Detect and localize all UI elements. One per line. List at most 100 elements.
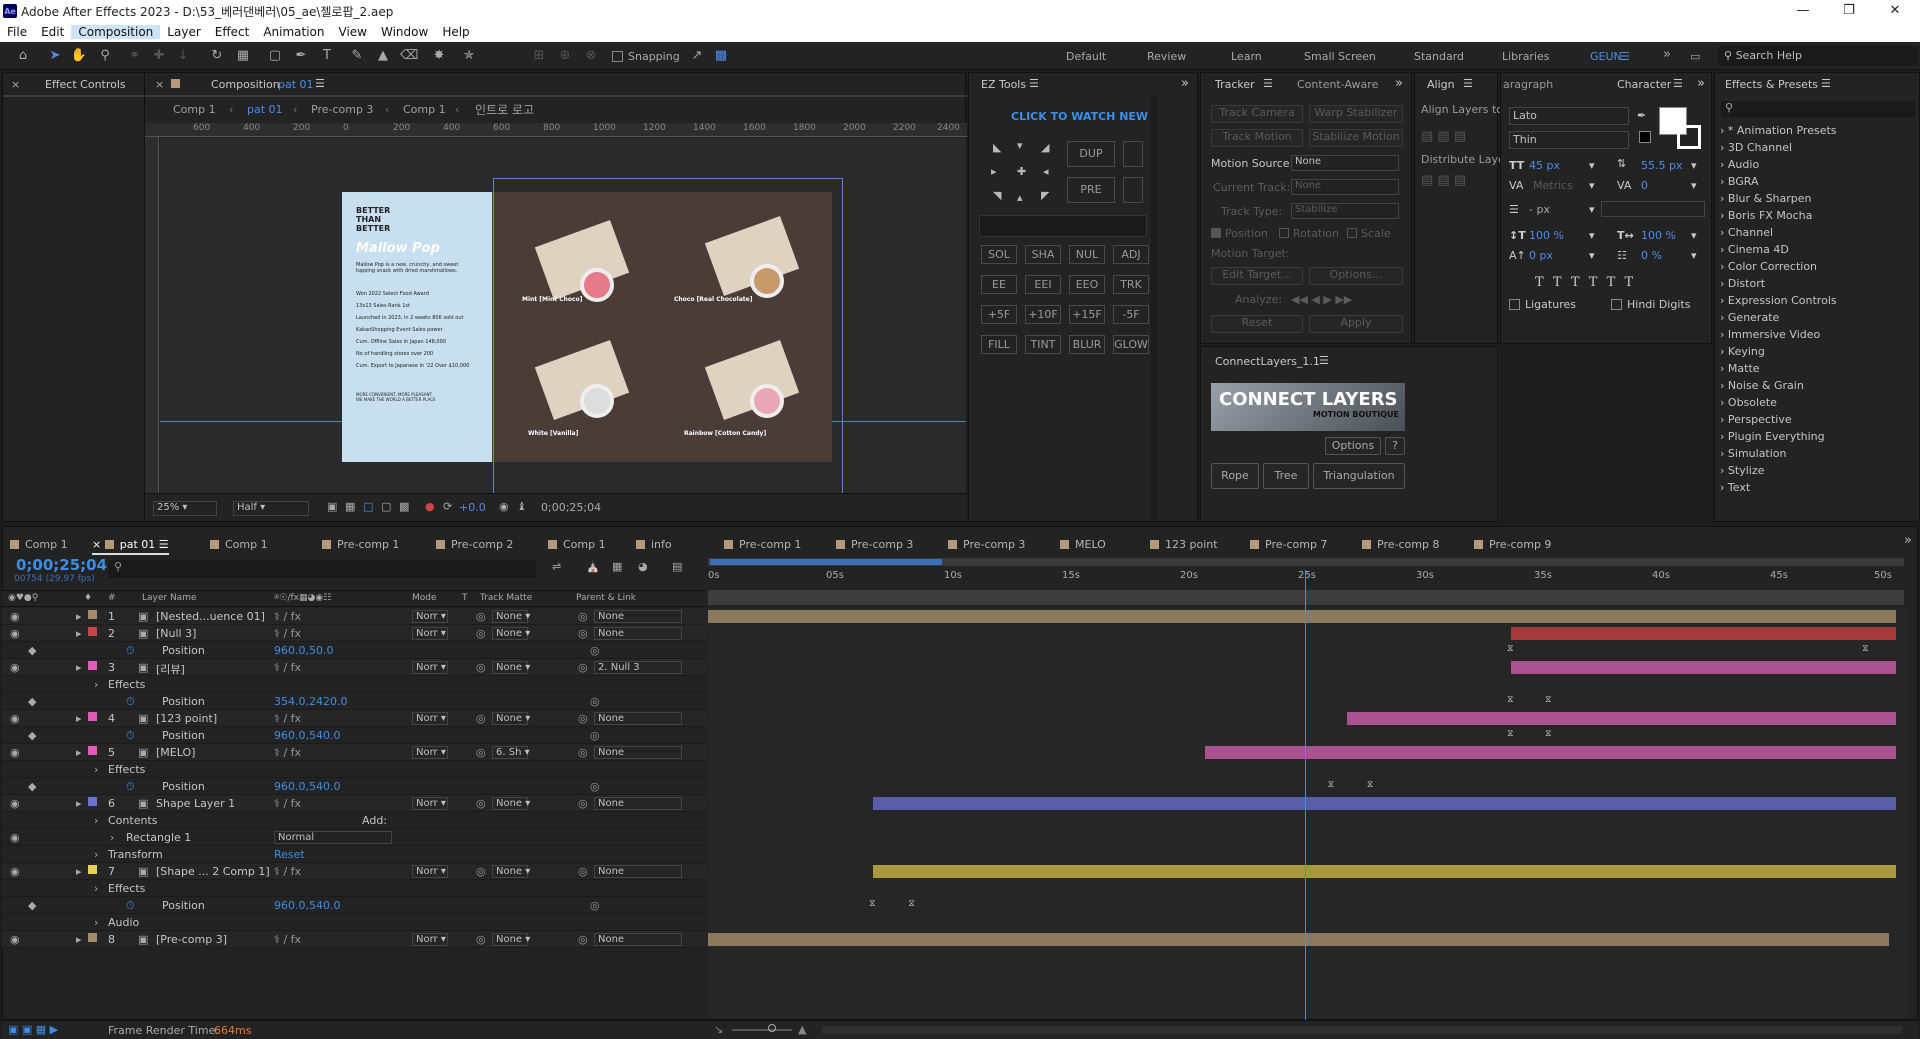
tabs-overflow-icon[interactable]: » bbox=[1904, 533, 1912, 548]
anchor-grid[interactable]: ◣ ▾ ◢ ▸ ✚ ◂ ◥ ▴ ◤ bbox=[987, 135, 1057, 205]
label-color-swatch[interactable] bbox=[88, 797, 97, 806]
property-value[interactable]: 354.0,2420.0 bbox=[274, 695, 347, 708]
comp-mini-flowchart-icon[interactable]: ⇌ bbox=[552, 560, 561, 573]
dup-button[interactable]: DUP bbox=[1067, 141, 1115, 167]
menu-file[interactable]: File bbox=[0, 25, 34, 39]
keyframe-nav-icon[interactable]: ◆ bbox=[28, 695, 36, 708]
workspace-small-screen[interactable]: Small Screen bbox=[1304, 50, 1376, 63]
track-matte-pickwhip-icon[interactable]: ◎ bbox=[476, 865, 486, 878]
show-snapshot-icon[interactable]: ♝ bbox=[517, 500, 527, 513]
layer-switches-icon[interactable]: ⚕ ∕ fx bbox=[274, 746, 301, 759]
effect-category[interactable]: › Plugin Everything bbox=[1720, 430, 1825, 443]
keyframe-marker[interactable]: ⧖ bbox=[1328, 780, 1336, 790]
expression-pickwhip-icon[interactable]: ◎ bbox=[590, 695, 600, 708]
workspace-standard[interactable]: Standard bbox=[1414, 50, 1464, 63]
sol-button[interactable]: SOL bbox=[981, 245, 1017, 264]
effect-category[interactable]: › Perspective bbox=[1720, 413, 1792, 426]
timeline-tab[interactable]: Pre-comp 3 bbox=[948, 538, 1025, 551]
breadcrumb-pat-01[interactable]: pat 01 bbox=[247, 103, 283, 116]
parent-dropdown[interactable]: None bbox=[594, 627, 682, 640]
color-channels-icon[interactable]: ● bbox=[425, 500, 435, 513]
reset-button[interactable]: Reset bbox=[1211, 315, 1303, 333]
property-row[interactable]: ◆ ⏱ Position 960.0,50.0 ◎ bbox=[2, 642, 707, 659]
exposure-reset-icon[interactable]: ⟳ bbox=[443, 500, 452, 513]
effect-category[interactable]: › Keying bbox=[1720, 345, 1765, 358]
pan-tool-icon[interactable]: ✚ bbox=[150, 47, 168, 65]
panel-menu-icon[interactable]: ☰ bbox=[1673, 77, 1683, 90]
close-icon[interactable]: × bbox=[11, 78, 20, 91]
timeline-tab[interactable]: Pre-comp 2 bbox=[436, 538, 513, 551]
expand-arrow-icon[interactable]: › bbox=[94, 882, 98, 895]
text-style-buttons-icon[interactable]: TTTTTT bbox=[1535, 275, 1642, 290]
track-motion-button[interactable]: Track Motion bbox=[1211, 129, 1303, 147]
current-time-indicator[interactable] bbox=[1305, 570, 1307, 1020]
pre-button[interactable]: PRE bbox=[1067, 177, 1115, 203]
track-matte-pickwhip-icon[interactable]: ◎ bbox=[476, 712, 486, 725]
anchor-t-icon[interactable]: ▾ bbox=[1017, 139, 1023, 152]
rectangle-tool-icon[interactable]: ▢ bbox=[266, 47, 284, 65]
dolly-tool-icon[interactable]: ↓ bbox=[174, 47, 192, 65]
layer-switches-icon[interactable]: ⚕ ∕ fx bbox=[274, 661, 301, 674]
menu-effect[interactable]: Effect bbox=[208, 25, 257, 39]
property-row[interactable]: ◆ ⏱ Position 960.0,540.0 ◎ bbox=[2, 727, 707, 744]
expand-arrow-icon[interactable]: ▸ bbox=[76, 627, 82, 640]
paragraph-tab[interactable]: aragraph bbox=[1503, 78, 1553, 91]
track-camera-button[interactable]: Track Camera bbox=[1211, 105, 1303, 123]
expand-arrow-icon[interactable]: ▸ bbox=[76, 797, 82, 810]
panel-menu-icon[interactable]: ☰ bbox=[1463, 77, 1473, 90]
layer-name[interactable]: [Pre-comp 3] bbox=[156, 933, 227, 946]
distribute-buttons-icon[interactable]: ▤ ▤ ▤ bbox=[1421, 173, 1466, 188]
guides-icon[interactable]: ▢ bbox=[381, 500, 391, 513]
anchor-c-icon[interactable]: ✚ bbox=[1017, 165, 1026, 178]
nul-button[interactable]: NUL bbox=[1069, 245, 1105, 264]
ez-extra-button[interactable] bbox=[1123, 177, 1143, 203]
resolution-dropdown[interactable]: Half ▾ bbox=[233, 501, 309, 516]
panel-menu-icon[interactable]: ☰ bbox=[1029, 77, 1039, 90]
label-color-swatch[interactable] bbox=[88, 865, 97, 874]
analyze-controls-icon[interactable]: ◀◀ ◀ ▶ ▶▶ bbox=[1291, 293, 1352, 306]
ee-button[interactable]: EE bbox=[981, 275, 1017, 294]
track-matte-dropdown[interactable]: None ▾ bbox=[492, 712, 530, 725]
track-matte-dropdown[interactable]: None ▾ bbox=[492, 933, 530, 946]
anchor-bl-icon[interactable]: ◥ bbox=[993, 189, 1001, 202]
ez-scrollbar[interactable] bbox=[1151, 97, 1157, 521]
expand-arrow-icon[interactable]: › bbox=[110, 831, 114, 844]
frame-blending-icon[interactable]: ▦ bbox=[612, 560, 622, 573]
effect-category[interactable]: › * Animation Presets bbox=[1720, 124, 1837, 137]
shape-blend-dropdown[interactable]: Normal bbox=[274, 831, 392, 844]
adj-button[interactable]: ADJ bbox=[1113, 245, 1149, 264]
trk-button[interactable]: TRK bbox=[1113, 275, 1149, 294]
property-value[interactable]: 960.0,540.0 bbox=[274, 899, 340, 912]
property-row[interactable]: › Effects bbox=[2, 880, 707, 897]
track-matte-pickwhip-icon[interactable]: ◎ bbox=[476, 627, 486, 640]
blend-mode-dropdown[interactable]: Norr ▾ bbox=[412, 661, 448, 674]
keyframe-marker[interactable]: ⧖ bbox=[869, 899, 877, 909]
anchor-l-icon[interactable]: ▸ bbox=[991, 165, 997, 178]
layer-duration-bar[interactable] bbox=[1511, 627, 1896, 640]
track-matte-pickwhip-icon[interactable]: ◎ bbox=[476, 746, 486, 759]
property-row[interactable]: ◆ ⏱ Position 354.0,2420.0 ◎ bbox=[2, 693, 707, 710]
effect-category[interactable]: › Generate bbox=[1720, 311, 1779, 324]
layer-switches-icon[interactable]: ⚕ ∕ fx bbox=[274, 627, 301, 640]
align-buttons-icon[interactable]: ▤ ▤ ▤ bbox=[1421, 129, 1466, 144]
layer-row[interactable]: ◉ ▸ 6 ▣ Shape Layer 1 ⚕ ∕ fx Norr ▾ ◎ None ▾ ◎ Non… bbox=[2, 795, 707, 812]
layer-duration-bar[interactable] bbox=[708, 933, 1889, 946]
vertical-scale-value[interactable]: 100 % bbox=[1529, 229, 1564, 242]
timeline-search-input[interactable]: ⚲ bbox=[108, 560, 536, 578]
timeline-tab[interactable]: MELO bbox=[1060, 538, 1106, 551]
tint-button[interactable]: TINT bbox=[1025, 335, 1061, 354]
content-aware-tab[interactable]: Content-Aware bbox=[1297, 78, 1378, 91]
effect-category[interactable]: › Channel bbox=[1720, 226, 1773, 239]
track-matte-pickwhip-icon[interactable]: ◎ bbox=[476, 933, 486, 946]
property-value[interactable]: 960.0,540.0 bbox=[274, 729, 340, 742]
orbit-tool-icon[interactable]: ⚭ bbox=[126, 47, 144, 65]
effects-presets-tab[interactable]: Effects & Presets bbox=[1725, 78, 1818, 91]
anchor-b-icon[interactable]: ▴ bbox=[1017, 191, 1023, 204]
rotation-checkbox[interactable] bbox=[1279, 228, 1289, 238]
hindi-digits-checkbox[interactable] bbox=[1611, 299, 1622, 310]
parent-pickwhip-icon[interactable]: ◎ bbox=[578, 661, 588, 674]
dropdown-arrow-icon[interactable]: ▾ bbox=[1589, 249, 1595, 262]
keyframe-marker[interactable]: ⧖ bbox=[1507, 729, 1515, 739]
effect-category[interactable]: › Matte bbox=[1720, 362, 1760, 375]
property-row[interactable]: ◉ › Rectangle 1 Normal bbox=[2, 829, 707, 846]
